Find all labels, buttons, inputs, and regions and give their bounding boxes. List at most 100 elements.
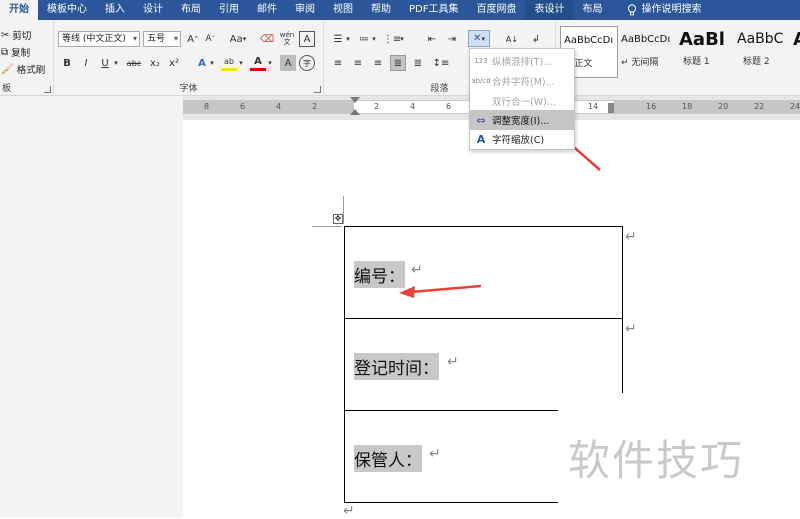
align-right-button[interactable]: ≡ xyxy=(370,55,386,71)
table-cell-text[interactable]: 登记时间： xyxy=(354,353,439,380)
tell-me-search[interactable]: 操作说明搜索 xyxy=(611,0,710,20)
grow-font-button[interactable]: A ^ xyxy=(185,31,201,47)
tab-mailings[interactable]: 邮件 xyxy=(248,0,286,20)
end-of-row-mark: ↵ xyxy=(625,321,637,337)
character-border-button[interactable]: A xyxy=(299,31,315,47)
annotation-arrow xyxy=(399,284,482,298)
line-spacing-button[interactable]: ↕≡ xyxy=(430,55,452,71)
tab-baidu-netdisk[interactable]: 百度网盘 xyxy=(467,0,525,20)
menu-item-fit-text-width[interactable]: ⇔ 调整宽度(I)... xyxy=(470,110,574,130)
decrease-indent-icon: ⇤ xyxy=(427,33,437,45)
strikethrough-icon: abc xyxy=(126,58,142,68)
align-left-icon: ≡ xyxy=(333,57,343,69)
tab-layout[interactable]: 布局 xyxy=(172,0,210,20)
distributed-button[interactable]: ≣ xyxy=(410,55,426,71)
enclose-characters-button[interactable]: 字 xyxy=(299,55,315,71)
font-color-button[interactable]: A xyxy=(250,55,266,71)
ruler-number: 16 xyxy=(646,102,657,111)
highlight-button[interactable]: ab xyxy=(221,55,237,71)
format-painter-button[interactable]: 🖌 格式刷 xyxy=(1,62,45,77)
sort-button[interactable]: A↓ xyxy=(504,31,520,47)
bullets-dropdown[interactable]: ▾ xyxy=(344,31,352,47)
italic-button[interactable]: I xyxy=(78,55,94,71)
copy-button[interactable]: ⧉ 复制 xyxy=(1,45,31,60)
menu-item-vertical-horizontal[interactable]: 123 纵横混排(T)... xyxy=(470,51,574,71)
menu-item-character-scaling[interactable]: A 字符缩放(C) xyxy=(470,129,574,149)
style-no-spacing[interactable]: AaBbCcDı ↵ 无间隔 xyxy=(618,26,676,78)
clipboard-dialog-launcher[interactable] xyxy=(44,86,51,93)
tab-view[interactable]: 视图 xyxy=(324,0,362,20)
menu-item-label: 字符缩放(C) xyxy=(492,135,545,146)
table-move-handle[interactable]: ✥ xyxy=(333,214,343,224)
underline-dropdown[interactable]: ▾ xyxy=(112,55,120,71)
show-marks-button[interactable]: ↲ xyxy=(528,31,544,47)
clear-format-button[interactable]: ⌫ xyxy=(259,31,275,47)
tab-table-design[interactable]: 表设计 xyxy=(525,0,574,20)
align-center-icon: ≡ xyxy=(353,57,363,69)
character-shading-icon: A xyxy=(284,57,292,69)
tab-table-layout[interactable]: 布局 xyxy=(573,0,611,20)
chinese-layout-button[interactable]: ✕ ▾ xyxy=(468,30,490,47)
styles-gallery: AaBbCcDı ↵ 正文 AaBbCcDı ↵ 无间隔 AaBl 标题 1 A… xyxy=(556,20,800,96)
style-heading-1-name: 标题 1 xyxy=(683,57,710,67)
eraser-icon: ⌫ xyxy=(259,33,275,45)
font-dialog-launcher[interactable] xyxy=(314,86,321,93)
column-marker[interactable] xyxy=(608,103,614,113)
font-name-combo[interactable]: 等线 (中文正文) ▾ xyxy=(58,31,140,47)
justify-button[interactable]: ≣ xyxy=(390,55,406,71)
indent-marker[interactable] xyxy=(350,109,360,115)
combine-characters-icon: ab/cd xyxy=(471,77,491,85)
font-color-dropdown[interactable]: ▾ xyxy=(266,55,274,71)
paintbrush-icon: 🖌 xyxy=(1,63,14,75)
subscript-button[interactable]: x₂ xyxy=(147,55,163,71)
tab-review[interactable]: 审阅 xyxy=(286,0,324,20)
ruler-number: 24 xyxy=(790,102,800,111)
font-size-combo[interactable]: 五号 ▾ xyxy=(143,31,181,47)
ruler-number: 22 xyxy=(754,102,765,111)
multilevel-list-dropdown[interactable]: ▾ xyxy=(398,31,406,47)
table-cell-text[interactable]: 保管人： xyxy=(354,445,422,472)
style-more[interactable]: A xyxy=(790,26,800,78)
cut-button[interactable]: ✂ 剪切 xyxy=(1,28,32,43)
align-right-icon: ≡ xyxy=(373,57,383,69)
bullets-icon: ☰ xyxy=(333,33,343,45)
tab-references[interactable]: 引用 xyxy=(210,0,248,20)
shrink-font-button[interactable]: Aˇ xyxy=(202,31,218,47)
align-left-button[interactable]: ≡ xyxy=(330,55,346,71)
style-heading-1[interactable]: AaBl 标题 1 xyxy=(676,26,734,78)
increase-indent-button[interactable]: ⇥ xyxy=(444,31,460,47)
bold-button[interactable]: B xyxy=(59,55,75,71)
text-effects-dropdown[interactable]: ▾ xyxy=(208,55,216,71)
ruler-number: 8 xyxy=(204,102,210,111)
align-center-button[interactable]: ≡ xyxy=(350,55,366,71)
cut-label: 剪切 xyxy=(12,31,32,42)
tab-template-center[interactable]: 模板中心 xyxy=(38,0,96,20)
highlight-dropdown[interactable]: ▾ xyxy=(237,55,245,71)
tab-insert[interactable]: 插入 xyxy=(96,0,134,20)
indent-marker[interactable] xyxy=(350,97,360,103)
end-of-row-mark: ↵ xyxy=(625,229,637,245)
character-shading-button[interactable]: A xyxy=(280,55,296,71)
numbering-dropdown[interactable]: ▾ xyxy=(370,31,378,47)
numbering-icon: ≔ xyxy=(359,33,369,45)
strikethrough-button[interactable]: abc xyxy=(124,55,144,71)
change-case-button[interactable]: Aa ▾ xyxy=(226,31,250,47)
tab-design[interactable]: 设计 xyxy=(134,0,172,20)
menu-item-combine-characters[interactable]: ab/cd 合并字符(M)... xyxy=(470,71,574,91)
tab-help[interactable]: 帮助 xyxy=(362,0,400,20)
character-scaling-icon: A xyxy=(476,132,486,146)
scissors-icon: ✂ xyxy=(1,29,10,41)
decrease-indent-button[interactable]: ⇤ xyxy=(424,31,440,47)
menu-item-two-lines-in-one[interactable]: 双行合一(W)... xyxy=(470,91,574,111)
copy-label: 复制 xyxy=(11,48,31,59)
style-heading-2[interactable]: AaBbC 标题 2 xyxy=(734,26,792,78)
tab-pdf-tools[interactable]: PDF工具集 xyxy=(400,0,467,20)
superscript-button[interactable]: x² xyxy=(166,55,182,71)
menu-item-label: 调整宽度(I)... xyxy=(492,116,550,127)
phonetic-guide-button[interactable]: wén 文 xyxy=(279,31,295,47)
underline-button[interactable]: U xyxy=(97,55,113,71)
crop-mark xyxy=(343,196,344,224)
ruler-number: 6 xyxy=(240,102,246,111)
tell-me-label: 操作说明搜索 xyxy=(641,4,702,15)
tab-home[interactable]: 开始 xyxy=(0,0,38,20)
